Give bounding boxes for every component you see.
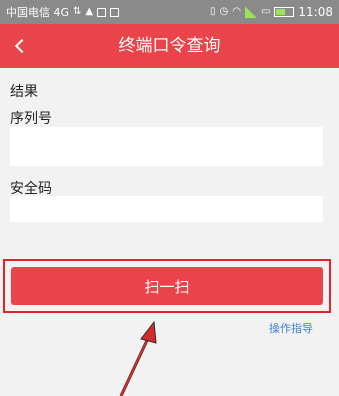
transfer-icon: ⇅ <box>73 6 82 17</box>
arrow-shaft-outline <box>119 333 152 396</box>
notification-icon <box>110 7 120 17</box>
page-title: 终端口令查询 <box>118 36 221 56</box>
security-code-input[interactable] <box>10 196 323 222</box>
scan-button[interactable]: 扫一扫 <box>11 267 323 305</box>
status-bar: 中国电信 4G ⇅ ▲ ▯ ◷ ◠ ▭ 11:08 <box>0 0 339 24</box>
scan-button-highlight: 扫一扫 <box>3 259 331 313</box>
vibrate-icon: ▯ <box>209 6 216 17</box>
status-right: ▯ ◷ ◠ ▭ 11:08 <box>210 5 333 19</box>
image-icon <box>97 7 107 17</box>
warning-icon: ▲ <box>85 6 94 17</box>
help-link[interactable]: 操作指导 <box>269 320 313 336</box>
serial-input[interactable] <box>10 127 323 166</box>
carrier-text: 中国电信 4G <box>6 6 70 19</box>
result-label: 结果 <box>10 84 38 100</box>
app-bar: 终端口令查询 <box>0 24 339 68</box>
signal-icon <box>244 6 257 18</box>
battery-icon <box>274 7 295 17</box>
serial-label: 序列号 <box>10 111 52 127</box>
wifi-icon: ◠ <box>232 6 241 17</box>
status-time: 11:08 <box>298 5 333 19</box>
security-label: 安全码 <box>10 181 52 197</box>
status-left: 中国电信 4G ⇅ ▲ <box>6 4 120 20</box>
arrow-shaft <box>120 333 151 396</box>
alarm-icon: ◷ <box>219 6 229 17</box>
sim-icon: ▭ <box>260 6 271 17</box>
arrow-head-icon <box>140 320 157 344</box>
